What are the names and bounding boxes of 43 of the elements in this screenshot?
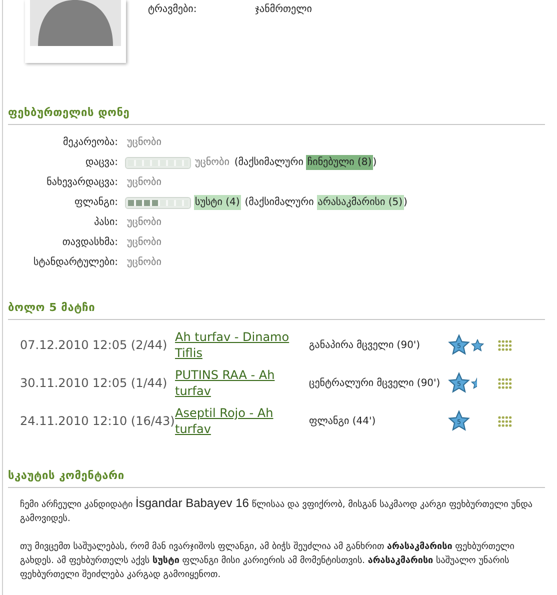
small-star-icon [471, 338, 484, 352]
skill-label: ფლანგი: [73, 196, 119, 210]
match-position: ცენტრალური მცველი (90') [308, 376, 442, 390]
match-link[interactable]: Ah turfav - Dinamo Tiflis [175, 329, 305, 361]
skill-value: უცნობი [126, 236, 162, 250]
closing-paren: ) [404, 196, 408, 210]
match-date: 07.12.2010 12:05 (2/44) [19, 337, 168, 354]
skill-bar [126, 158, 190, 168]
scout-comment: ჩემი არჩეული კანდიდატი İsgandar Babayev 16 წლისაა და ვფიქრობ, მისგან საკმაოდ კარგი ფეხბურთელი უნდა გამოვიდეს. [20, 496, 534, 526]
avatar-silhouette-icon [30, 0, 121, 46]
skill-label: დაცვა: [84, 156, 119, 170]
scout-comment: თუ მივცემთ საშუალებას, რომ მან ივარჯიშოს ფლანგი, ამ ბიჭს შეუძლია ამ განხრით არასაკმარისი ფეხბურთელი გახდეს. ამ ფეხბურთელს აქვს სუსტი ფლანგი მისი კარიერის ამ მომენტისთვის. არასაკმარისი საშუალო უნარის ფეხბურთელი შეიძლება კარგად გამოიყენოთ. [20, 540, 516, 582]
section-heading: ფეხბურთელის დონე [8, 105, 130, 121]
max-value: არასაკმარისი (5) [316, 195, 404, 210]
skill-label: თავდასხმა: [61, 236, 119, 250]
half-star-icon [471, 376, 477, 390]
skill-value: უცნობი [126, 216, 162, 230]
skill-label: პასი: [93, 216, 119, 230]
section-heading: სკაუტის კომენტარი [8, 468, 124, 484]
match-position: განაპირა მცველი (90') [308, 338, 422, 352]
field-label: ტრავმები: [148, 2, 198, 17]
match-date: 30.11.2010 12:05 (1/44) [19, 375, 168, 392]
skill-value: უცნობი [194, 156, 230, 170]
skill-label: სტანდარტულები: [32, 256, 119, 270]
skill-value: უცნობი [126, 256, 162, 270]
skill-label: მეკარეობა: [62, 136, 119, 150]
skill-value: უცნობი [126, 136, 162, 150]
lineup-dots-icon[interactable] [498, 340, 512, 350]
match-link[interactable]: Aseptil Rojo - Ah turfav [175, 405, 305, 437]
closing-paren: ) [372, 156, 377, 170]
max-label: (მაქსიმალური [234, 156, 304, 170]
skill-value: უცნობი [126, 176, 162, 190]
max-value: ჩინებული (8) [306, 155, 373, 170]
match-position: ფლანგი (44') [308, 414, 377, 428]
lineup-dots-icon[interactable] [498, 378, 512, 388]
skill-label: ნახევარდაცვა: [46, 176, 119, 190]
section-heading: ბოლო 5 მატჩი [8, 300, 96, 316]
skill-value: სუსტი (4) [194, 195, 241, 210]
max-label: (მაქსიმალური [244, 196, 314, 210]
match-link[interactable]: PUTINS RAA - Ah turfav [175, 367, 305, 399]
field-value: ჯანმრთელი [255, 2, 312, 17]
lineup-dots-icon[interactable] [498, 416, 512, 426]
match-date: 24.11.2010 12:10 (16/43) [19, 413, 175, 430]
